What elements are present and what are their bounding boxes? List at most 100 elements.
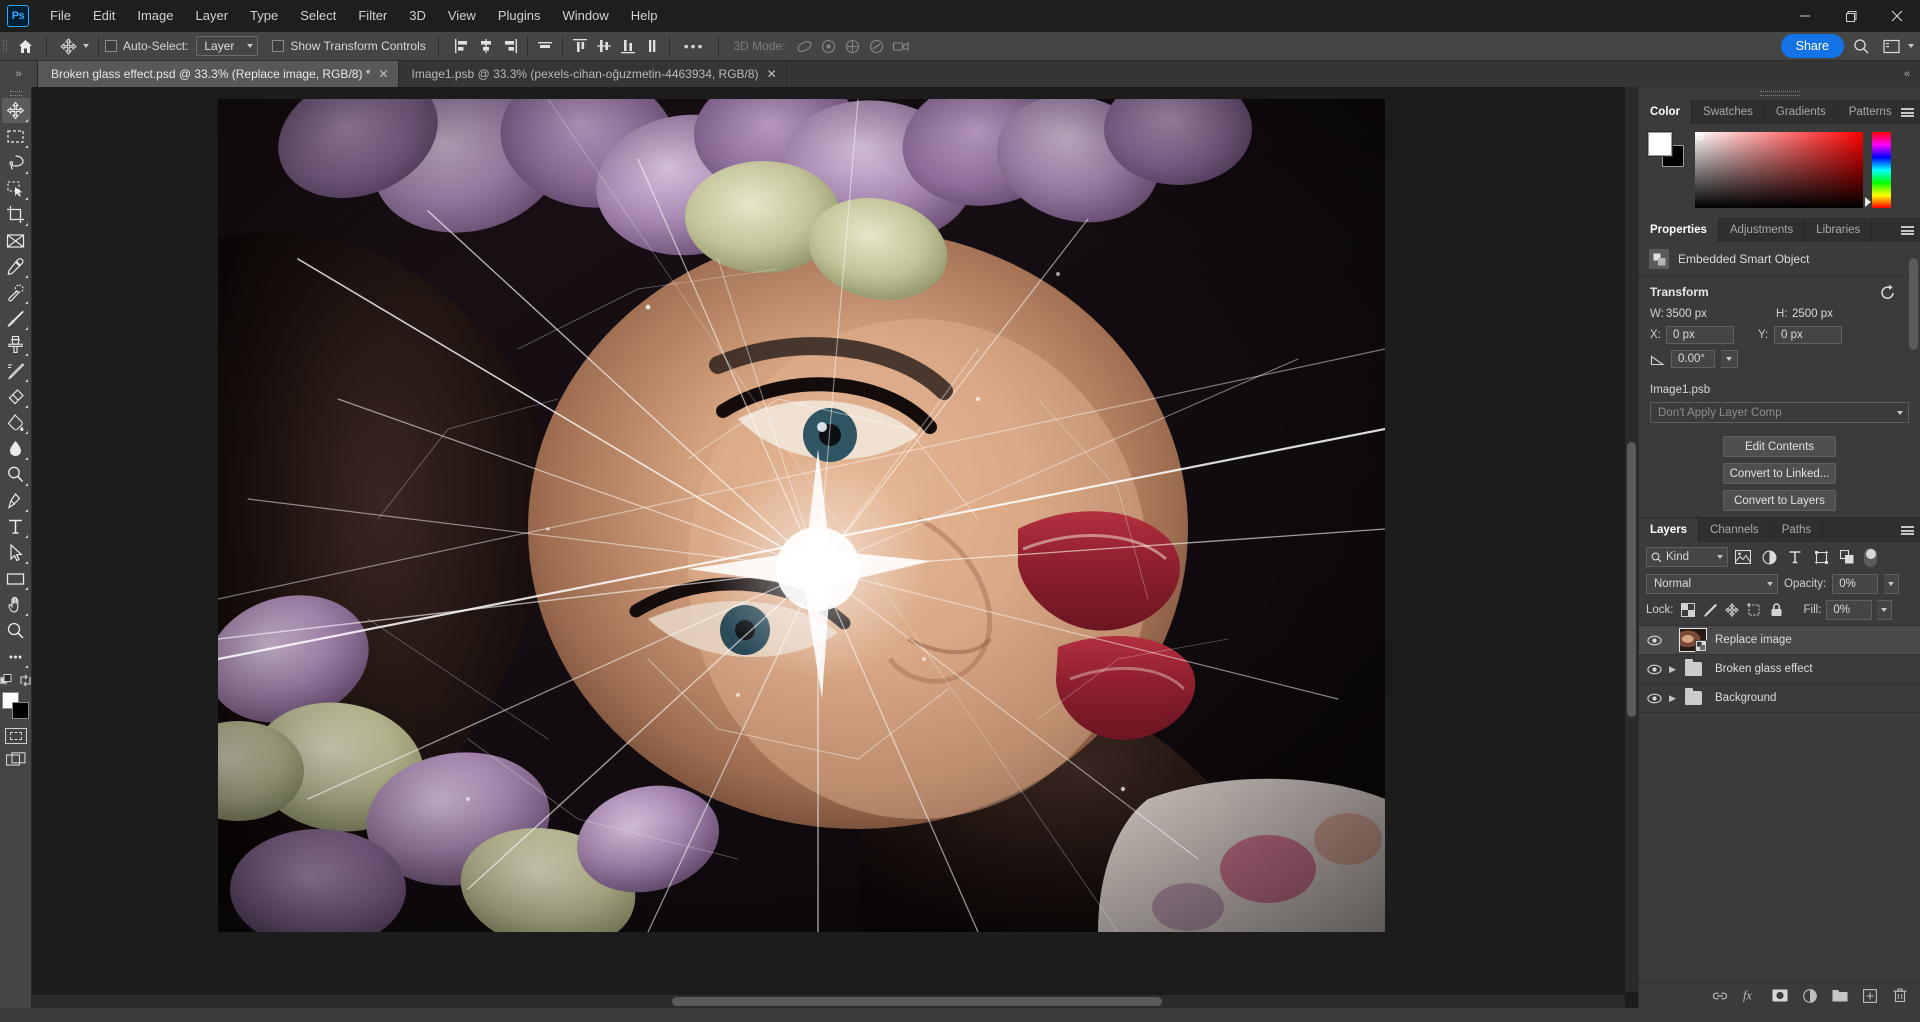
search-icon[interactable] bbox=[1848, 34, 1874, 58]
menu-item-view[interactable]: View bbox=[437, 0, 487, 32]
layer-filter-kind-dropdown[interactable]: Kind bbox=[1646, 547, 1728, 567]
lasso-tool[interactable] bbox=[2, 150, 30, 175]
share-button[interactable]: Share bbox=[1780, 34, 1844, 58]
menu-item-plugins[interactable]: Plugins bbox=[487, 0, 552, 32]
artboard-image[interactable] bbox=[218, 99, 1385, 932]
fill-slider-dropdown[interactable] bbox=[1877, 600, 1893, 620]
convert-to-linked-button[interactable]: Convert to Linked... bbox=[1723, 463, 1836, 484]
align-left-edges-icon[interactable] bbox=[451, 35, 473, 57]
eyedropper-tool[interactable] bbox=[2, 254, 30, 279]
close-icon[interactable]: ✕ bbox=[378, 67, 388, 81]
layer-group-expand-icon[interactable]: ▶ bbox=[1666, 664, 1679, 675]
tab-paths[interactable]: Paths bbox=[1770, 518, 1824, 542]
align-horizontal-centers-icon[interactable] bbox=[475, 35, 497, 57]
delete-layer-icon[interactable] bbox=[1892, 988, 1908, 1004]
tab-gradients[interactable]: Gradients bbox=[1764, 100, 1838, 124]
tab-color[interactable]: Color bbox=[1639, 100, 1693, 124]
default-colors-icon[interactable] bbox=[0, 674, 13, 687]
tab-properties[interactable]: Properties bbox=[1639, 218, 1719, 242]
tab-channels[interactable]: Channels bbox=[1699, 518, 1771, 542]
distribute-bottom-edges-icon[interactable] bbox=[617, 35, 639, 57]
distribute-vertical-centers-icon[interactable] bbox=[593, 35, 615, 57]
layer-row-replace-image[interactable]: Replace image bbox=[1639, 626, 1920, 655]
menu-item-3d[interactable]: 3D bbox=[398, 0, 437, 32]
new-layer-icon[interactable] bbox=[1862, 988, 1878, 1004]
menu-item-select[interactable]: Select bbox=[289, 0, 347, 32]
layer-visibility-icon[interactable] bbox=[1642, 635, 1666, 646]
layer-row-background[interactable]: ▶ Background bbox=[1639, 684, 1920, 713]
color-swatches[interactable] bbox=[1, 691, 31, 721]
lock-position-icon[interactable] bbox=[1724, 602, 1741, 619]
edit-contents-button[interactable]: Edit Contents bbox=[1723, 436, 1836, 457]
gradient-tool[interactable] bbox=[2, 410, 30, 435]
rectangular-marquee-tool[interactable] bbox=[2, 124, 30, 149]
align-right-edges-icon[interactable] bbox=[499, 35, 521, 57]
close-icon[interactable]: ✕ bbox=[767, 67, 777, 81]
layer-group-expand-icon[interactable]: ▶ bbox=[1666, 693, 1679, 704]
tab-patterns[interactable]: Patterns bbox=[1837, 100, 1904, 124]
3d-roll-icon[interactable] bbox=[818, 35, 840, 57]
reset-icon[interactable] bbox=[1880, 284, 1896, 299]
add-layer-mask-icon[interactable] bbox=[1772, 988, 1788, 1004]
distribute-top-edges-icon[interactable] bbox=[569, 35, 591, 57]
frame-tool[interactable] bbox=[2, 228, 30, 253]
y-input[interactable]: 0 px bbox=[1774, 326, 1842, 344]
menu-item-help[interactable]: Help bbox=[620, 0, 669, 32]
auto-select-checkbox[interactable] bbox=[105, 40, 117, 52]
brush-tool[interactable] bbox=[2, 306, 30, 331]
canvas-vertical-scrollbar[interactable] bbox=[1625, 87, 1638, 992]
3d-pan-icon[interactable] bbox=[842, 35, 864, 57]
menu-item-type[interactable]: Type bbox=[239, 0, 289, 32]
blend-mode-dropdown[interactable]: Normal bbox=[1646, 574, 1778, 594]
menu-item-filter[interactable]: Filter bbox=[347, 0, 398, 32]
shape-filter-icon[interactable] bbox=[1810, 547, 1832, 567]
dodge-tool[interactable] bbox=[2, 462, 30, 487]
layer-visibility-icon[interactable] bbox=[1642, 664, 1666, 675]
screen-mode-icon[interactable] bbox=[5, 752, 26, 767]
adjustment-filter-icon[interactable] bbox=[1758, 547, 1780, 567]
new-group-icon[interactable] bbox=[1832, 988, 1848, 1004]
document-tab-image1[interactable]: Image1.psb @ 33.3% (pexels-cihan-oğuzmet… bbox=[398, 61, 787, 87]
tab-swatches[interactable]: Swatches bbox=[1692, 100, 1765, 124]
hue-strip[interactable] bbox=[1865, 132, 1891, 208]
type-filter-icon[interactable] bbox=[1784, 547, 1806, 567]
scrollbar-thumb[interactable] bbox=[1627, 442, 1636, 717]
spot-healing-brush-tool[interactable] bbox=[2, 280, 30, 305]
layer-thumbnail[interactable] bbox=[1679, 628, 1707, 652]
tab-adjustments[interactable]: Adjustments bbox=[1718, 218, 1806, 242]
filter-enable-toggle[interactable] bbox=[1864, 547, 1877, 567]
background-color-swatch[interactable] bbox=[11, 702, 29, 719]
canvas-area[interactable]: ▼ bbox=[32, 87, 1638, 1008]
options-bar-grip[interactable] bbox=[0, 32, 10, 60]
maximize-button[interactable] bbox=[1828, 0, 1874, 32]
layers-panel-menu-icon[interactable] bbox=[1901, 518, 1914, 542]
opacity-input[interactable]: 0% bbox=[1832, 574, 1879, 594]
properties-panel-menu-icon[interactable] bbox=[1901, 218, 1914, 242]
active-tool-selector[interactable] bbox=[53, 35, 92, 57]
pen-tool[interactable] bbox=[2, 488, 30, 513]
home-icon[interactable] bbox=[10, 38, 40, 55]
pixel-filter-icon[interactable] bbox=[1732, 547, 1754, 567]
workspace-switcher-icon[interactable] bbox=[1878, 34, 1904, 58]
menu-item-image[interactable]: Image bbox=[126, 0, 184, 32]
color-field-marker[interactable] bbox=[1696, 133, 1703, 140]
quick-mask-icon[interactable] bbox=[4, 728, 27, 744]
distribute-spacing-icon[interactable] bbox=[641, 35, 663, 57]
close-button[interactable] bbox=[1874, 0, 1920, 32]
lock-all-icon[interactable] bbox=[1768, 602, 1785, 619]
path-selection-tool[interactable] bbox=[2, 540, 30, 565]
horizontal-type-tool[interactable] bbox=[2, 514, 30, 539]
crop-tool[interactable] bbox=[2, 202, 30, 227]
properties-scrollbar[interactable] bbox=[1909, 258, 1918, 378]
menu-item-layer[interactable]: Layer bbox=[185, 0, 240, 32]
3d-camera-icon[interactable] bbox=[890, 35, 912, 57]
document-canvas[interactable] bbox=[218, 99, 1385, 932]
smart-object-filter-icon[interactable] bbox=[1836, 547, 1858, 567]
layer-list[interactable]: Replace image ▶ Broken glass effect ▶ Ba… bbox=[1639, 625, 1920, 982]
more-align-options-button[interactable]: ••• bbox=[676, 38, 713, 54]
tab-libraries[interactable]: Libraries bbox=[1805, 218, 1873, 242]
canvas-horizontal-scrollbar[interactable] bbox=[32, 995, 1625, 1008]
lock-image-pixels-icon[interactable] bbox=[1702, 602, 1719, 619]
blur-tool[interactable] bbox=[2, 436, 30, 461]
layer-visibility-icon[interactable] bbox=[1642, 693, 1666, 704]
